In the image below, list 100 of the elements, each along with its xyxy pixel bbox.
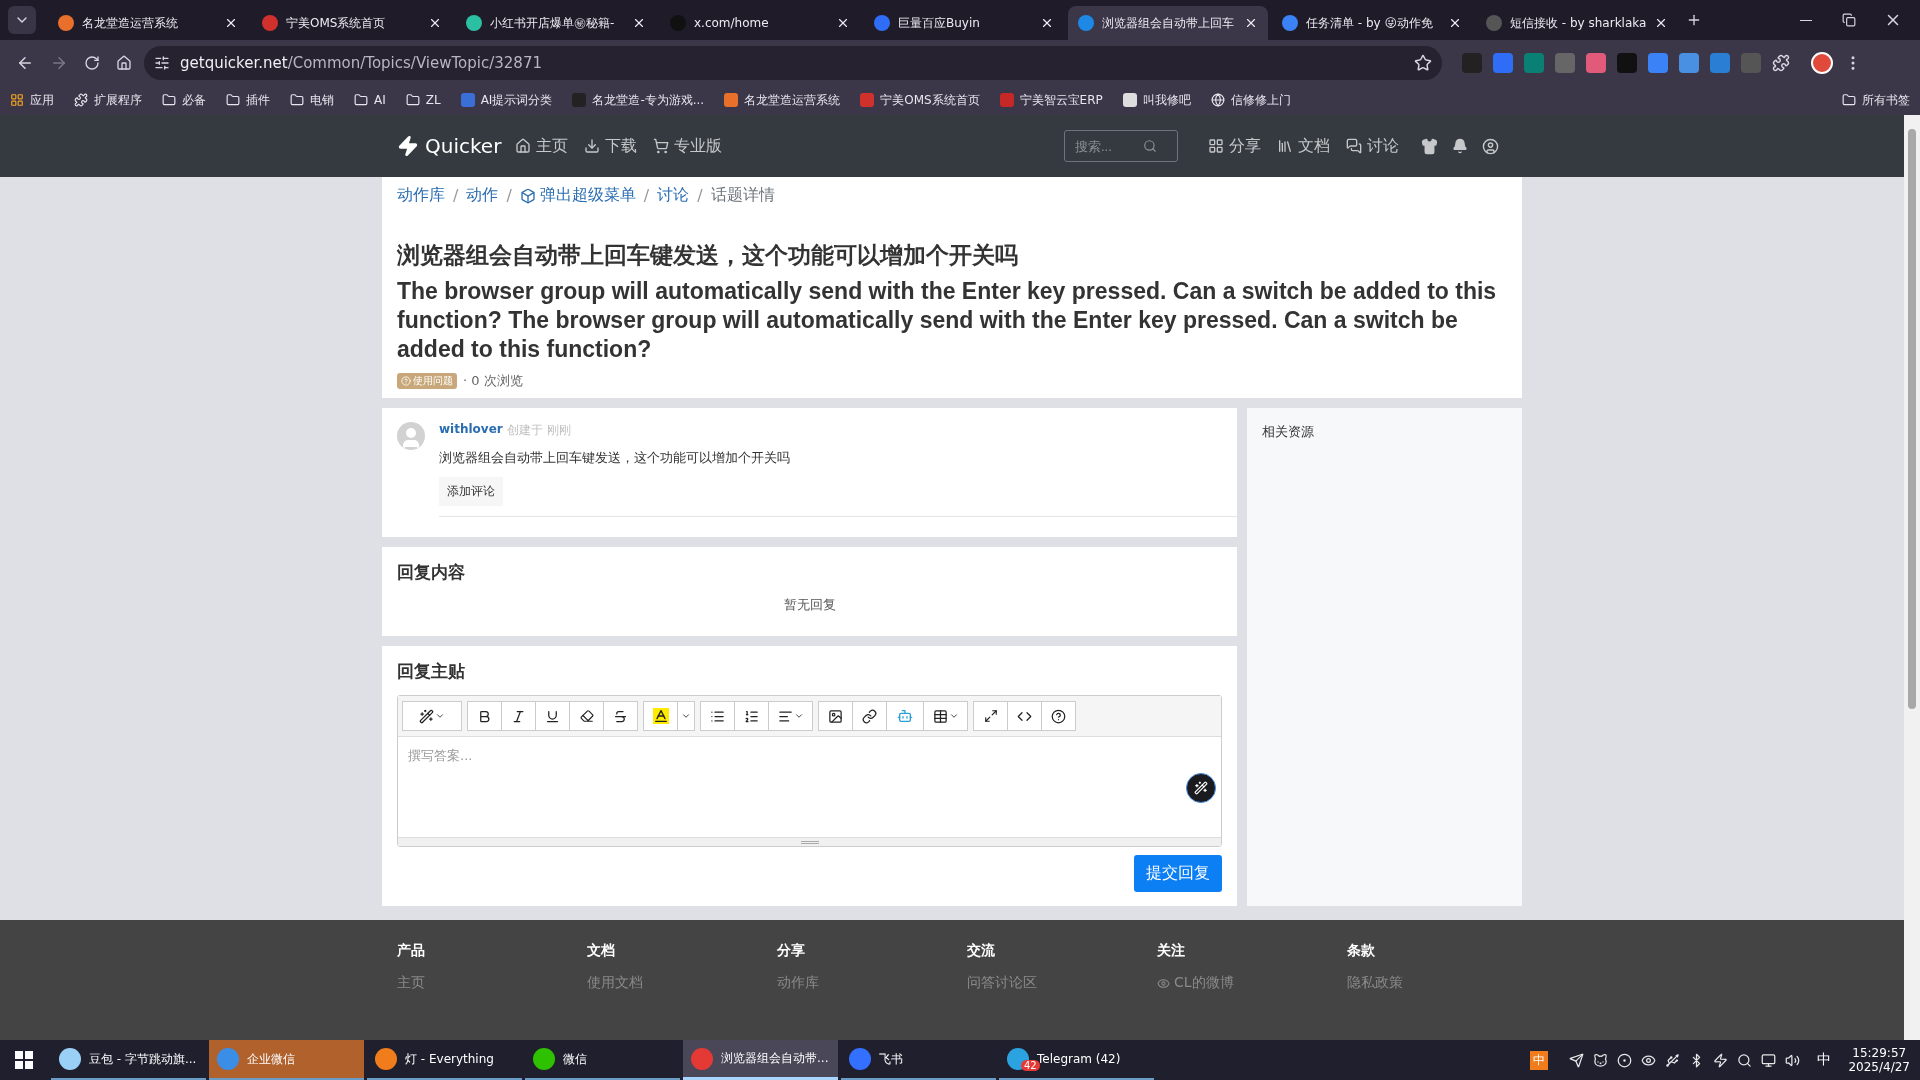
bookmark-link[interactable]: AI提示词分类 <box>460 91 553 109</box>
extension-icon[interactable] <box>1524 52 1544 73</box>
bullet-list-button[interactable] <box>700 701 735 731</box>
dot-icon[interactable] <box>1617 1052 1633 1068</box>
bookmark-link[interactable]: 叫我修吧 <box>1122 91 1191 109</box>
close-icon[interactable] <box>1040 16 1054 30</box>
rich-text-editor[interactable]: 撰写答案... <box>397 695 1222 847</box>
close-icon[interactable] <box>428 16 442 30</box>
breadcrumb-link[interactable]: 动作库 <box>397 185 445 206</box>
bookmark-link[interactable]: 扩展程序 <box>74 91 142 109</box>
nav-link[interactable]: 分享 <box>1208 135 1261 157</box>
nav-link[interactable]: 主页 <box>515 135 569 157</box>
add-comment-button[interactable]: 添加评论 <box>439 477 503 506</box>
bookmark-link[interactable]: 应用 <box>10 91 54 109</box>
link-button[interactable] <box>852 701 887 731</box>
profile-avatar[interactable] <box>1811 51 1833 74</box>
bookmark-link[interactable]: 名龙堂造-专为游戏... <box>572 91 705 109</box>
extensions-icon[interactable] <box>1772 53 1790 72</box>
breadcrumb-link[interactable]: 弹出超级菜单 <box>519 185 636 206</box>
align-button[interactable] <box>768 701 813 731</box>
close-icon[interactable] <box>1448 16 1462 30</box>
volume-icon[interactable] <box>1785 1052 1801 1068</box>
monitor-icon[interactable] <box>1761 1052 1777 1068</box>
fullscreen-button[interactable] <box>973 701 1008 731</box>
extension-icon[interactable] <box>1586 52 1606 73</box>
extension-icon[interactable] <box>1493 52 1513 73</box>
author-link[interactable]: withlover <box>439 422 503 439</box>
extension-icon[interactable] <box>1710 52 1730 73</box>
resize-handle[interactable] <box>398 837 1221 846</box>
taskbar-app[interactable]: 企业微信 <box>209 1040 364 1080</box>
italic-button[interactable] <box>501 701 536 731</box>
browser-tab[interactable]: 任务清单 - by 😜动作免 <box>1272 6 1472 40</box>
user-icon[interactable] <box>1482 137 1499 155</box>
breadcrumb-link[interactable]: 讨论 <box>657 185 690 206</box>
shirt-icon[interactable] <box>1421 137 1438 155</box>
image-button[interactable] <box>818 701 853 731</box>
browser-tab[interactable]: 浏览器组会自动带上回车 <box>1068 6 1268 40</box>
taskbar-app[interactable]: 豆包 - 字节跳动旗... <box>51 1040 206 1080</box>
input-method-indicator[interactable]: 中 <box>1817 1051 1832 1069</box>
close-icon[interactable] <box>1244 16 1258 30</box>
browser-tab[interactable]: 巨量百应Buyin <box>864 6 1064 40</box>
taskbar-app[interactable]: 灯 - Everything <box>367 1040 522 1080</box>
browser-tab[interactable]: 名龙堂造运营系统 <box>48 6 248 40</box>
extension-icon[interactable] <box>1648 52 1668 73</box>
bookmark-link[interactable]: 宁美OMS系统首页 <box>860 91 980 109</box>
clock[interactable]: 15:29:57 2025/4/27 <box>1848 1046 1910 1074</box>
bookmark-link[interactable]: 信修修上门 <box>1210 91 1291 109</box>
browser-tab[interactable]: x.com/home <box>660 6 860 40</box>
taskbar-app[interactable]: 飞书 <box>841 1040 996 1080</box>
help-button[interactable] <box>1041 701 1076 731</box>
bookmark-link[interactable]: 插件 <box>226 91 270 109</box>
site-info-icon[interactable] <box>154 54 170 71</box>
code-view-button[interactable] <box>1007 701 1042 731</box>
close-icon[interactable] <box>836 16 850 30</box>
taskbar-app[interactable]: 浏览器组会自动带... <box>683 1040 838 1080</box>
send-icon[interactable] <box>1569 1052 1585 1068</box>
cat-icon[interactable] <box>1593 1052 1609 1068</box>
wand-icon <box>1194 781 1208 795</box>
all-bookmarks-link[interactable]: 所有书签 <box>1842 91 1910 109</box>
usb-icon[interactable] <box>1665 1052 1681 1068</box>
nav-link[interactable]: 专业版 <box>653 135 723 157</box>
tab-list-button[interactable] <box>8 6 36 34</box>
submit-reply-button[interactable]: 提交回复 <box>1134 855 1222 892</box>
site-logo[interactable]: Quicker <box>397 134 502 158</box>
bolt-logo-icon <box>397 135 419 157</box>
bookmark-link[interactable]: ZL <box>405 93 441 107</box>
strikethrough-button[interactable] <box>603 701 638 731</box>
bolt-icon[interactable] <box>1713 1052 1729 1068</box>
breadcrumb-link[interactable]: 动作 <box>466 185 499 206</box>
scrollbar[interactable] <box>1904 115 1920 1040</box>
close-icon[interactable] <box>632 16 646 30</box>
nav-link[interactable]: 讨论 <box>1346 135 1399 157</box>
search-input[interactable]: 搜索... <box>1073 137 1143 155</box>
magic-wand-button[interactable] <box>402 701 462 731</box>
underline-button[interactable] <box>535 701 570 731</box>
close-icon[interactable] <box>224 16 238 30</box>
bookmark-link[interactable]: 名龙堂造运营系统 <box>724 91 841 109</box>
bookmark-link[interactable]: 必备 <box>162 91 206 109</box>
browser-tab[interactable]: 短信接收 - by sharklaka <box>1476 6 1679 40</box>
numbered-list-button[interactable] <box>734 701 769 731</box>
bookmark-link[interactable]: 宁美智云宝ERP <box>999 91 1103 109</box>
bell-icon[interactable] <box>1452 138 1468 154</box>
bookmark-star-icon[interactable] <box>1414 53 1432 72</box>
bookmark-link[interactable]: 电销 <box>290 91 334 109</box>
extension-icon[interactable] <box>1679 52 1699 73</box>
highlight-button[interactable] <box>643 701 678 731</box>
taskbar-app[interactable]: 微信 <box>525 1040 680 1080</box>
breadcrumb-link[interactable]: 话题详情 <box>710 185 775 206</box>
eraser-button[interactable] <box>569 701 604 731</box>
bold-button[interactable] <box>467 701 502 731</box>
search-icon[interactable] <box>1737 1052 1753 1068</box>
browser-tab[interactable]: 宁美OMS系统首页 <box>252 6 452 40</box>
nav-link[interactable]: 下载 <box>584 135 638 157</box>
bookmark-link[interactable]: AI <box>354 93 386 107</box>
search-field[interactable]: 搜索... <box>1064 130 1178 162</box>
address-bar[interactable]: getquicker.net/Common/Topics/ViewTopic/32871 <box>144 45 1442 80</box>
nav-link[interactable]: 文档 <box>1277 135 1330 157</box>
browser-tab[interactable]: 小红书开店爆单㊙秘籍- <box>456 6 656 40</box>
eye-icon[interactable] <box>1641 1052 1657 1068</box>
table-button[interactable] <box>923 701 968 731</box>
